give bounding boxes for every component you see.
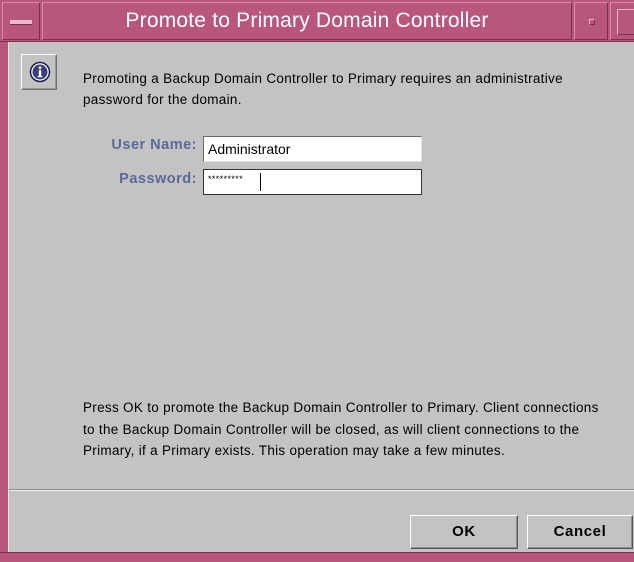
cancel-button[interactable]: Cancel (527, 515, 633, 549)
password-field[interactable]: ********* (203, 169, 422, 195)
window-title: Promote to Primary Domain Controller (42, 2, 572, 40)
title-bar[interactable]: Promote to Primary Domain Controller (0, 0, 634, 42)
user-name-label: User Name: (111, 137, 197, 153)
maximize-icon (617, 9, 634, 35)
window-menu-button[interactable] (2, 2, 40, 40)
dialog-content: Promoting a Backup Domain Controller to … (8, 42, 634, 552)
minimize-button[interactable] (574, 2, 608, 40)
maximize-button[interactable] (610, 2, 634, 40)
password-label: Password: (119, 171, 197, 187)
text-caret (260, 173, 261, 191)
window-bottom-border[interactable] (0, 552, 634, 562)
minimize-icon (589, 19, 595, 25)
intro-message: Promoting a Backup Domain Controller to … (83, 71, 563, 107)
button-bar: OK Cancel (9, 489, 634, 552)
window-menu-icon (10, 20, 32, 25)
dialog-window: Promote to Primary Domain Controller Pro… (0, 0, 634, 562)
confirmation-message: Press OK to promote the Backup Domain Co… (83, 400, 599, 458)
user-name-field[interactable] (203, 136, 422, 162)
info-button[interactable] (21, 54, 57, 90)
info-icon (29, 61, 51, 83)
password-mask: ********* (207, 175, 244, 185)
ok-button[interactable]: OK (410, 515, 518, 549)
